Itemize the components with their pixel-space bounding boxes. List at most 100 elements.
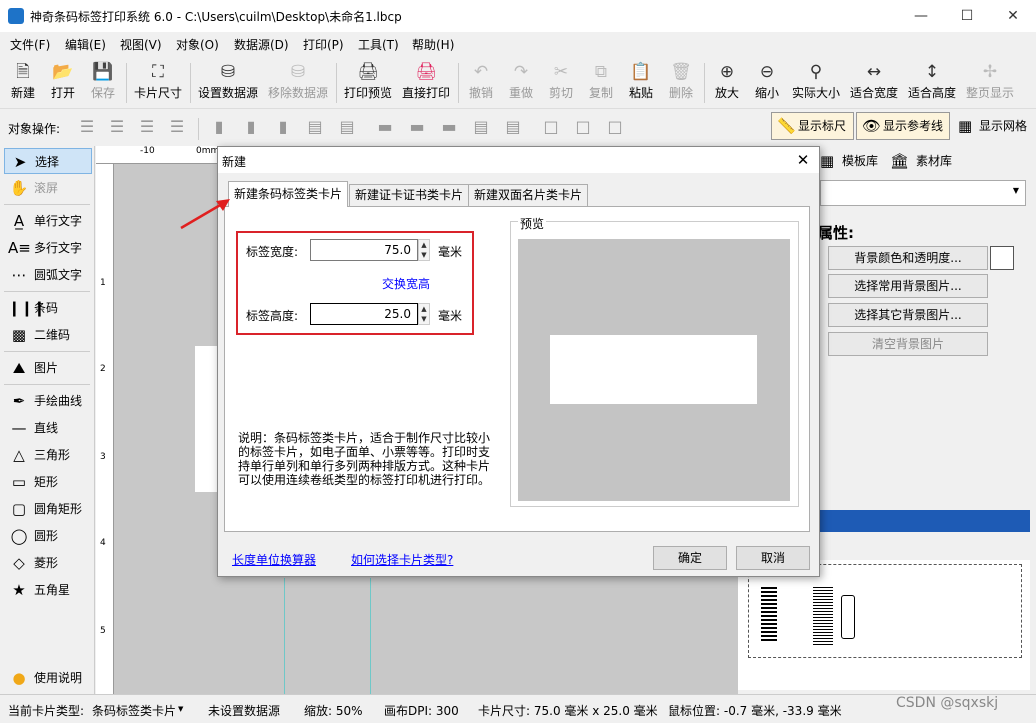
- minimize-button[interactable]: —: [898, 0, 944, 32]
- maximize-button[interactable]: ☐: [944, 0, 990, 32]
- align-right-icon[interactable]: ▮: [272, 117, 294, 137]
- layer-up-icon[interactable]: ☰: [76, 117, 98, 137]
- menu-edit[interactable]: 编辑(E): [65, 36, 106, 53]
- redo-button[interactable]: ↷ 重做: [504, 59, 538, 107]
- tool-multi-text[interactable]: A≡ 多行文字: [4, 235, 92, 261]
- menu-file[interactable]: 文件(F): [10, 36, 50, 53]
- text-icon: A̲: [13, 212, 25, 230]
- show-grid-toggle[interactable]: ▦ 显示网格: [952, 112, 1034, 140]
- tool-triangle[interactable]: △ 三角形: [4, 442, 92, 468]
- actual-size-button[interactable]: ⚲ 实际大小: [790, 59, 842, 107]
- width-stepper[interactable]: ▲ ▼: [418, 239, 430, 261]
- space-h-icon[interactable]: ▤: [336, 117, 358, 137]
- direct-print-button[interactable]: 🖨 直接打印: [400, 59, 452, 107]
- send-back-icon[interactable]: ☰: [136, 117, 158, 137]
- template-preview-panel[interactable]: [738, 560, 1030, 690]
- help-button[interactable]: ● 使用说明: [4, 665, 92, 691]
- other-bg-button[interactable]: 选择其它背景图片...: [828, 303, 988, 327]
- database-icon: ⛁: [220, 62, 236, 82]
- how-to-choose-link[interactable]: 如何选择卡片类型?: [351, 551, 453, 568]
- full-page-button[interactable]: ✢ 整页显示: [964, 59, 1016, 107]
- template-thumbnail[interactable]: [748, 564, 1022, 658]
- swap-width-height-link[interactable]: 交换宽高: [382, 275, 430, 292]
- datasource-status: 未设置数据源: [208, 704, 281, 718]
- align-bottom-icon[interactable]: ▬: [438, 117, 460, 137]
- tool-circle[interactable]: ◯ 圆形: [4, 523, 92, 549]
- cut-button[interactable]: ✂ 剪切: [544, 59, 578, 107]
- tool-round-rect[interactable]: ▢ 圆角矩形: [4, 496, 92, 522]
- align-left-icon[interactable]: ▮: [208, 117, 230, 137]
- dialog-close-icon[interactable]: ✕: [792, 149, 814, 171]
- menu-help[interactable]: 帮助(H): [412, 36, 454, 53]
- card-type-dropdown[interactable]: 条码标签类卡片: [92, 702, 176, 719]
- tab-assets[interactable]: 🏛 素材库: [890, 150, 952, 172]
- tab-business-card[interactable]: 新建双面名片类卡片: [468, 184, 589, 206]
- distribute-v-icon[interactable]: ▤: [470, 117, 492, 137]
- tool-diamond[interactable]: ◇ 菱形: [4, 550, 92, 576]
- fit-height-button[interactable]: ↕ 适合高度: [906, 59, 958, 107]
- fit-width-button[interactable]: ↔ 适合宽度: [848, 59, 900, 107]
- menu-print[interactable]: 打印(P): [303, 36, 344, 53]
- distribute-h-icon[interactable]: ▤: [304, 117, 326, 137]
- paste-button[interactable]: 📋 粘贴: [624, 59, 658, 107]
- object-ops-label: 对象操作:: [8, 122, 61, 136]
- height-input[interactable]: 25.0: [310, 303, 418, 325]
- set-datasource-button[interactable]: ⛁ 设置数据源: [196, 59, 260, 107]
- unit-converter-link[interactable]: 长度单位换算器: [232, 551, 316, 568]
- tool-arc-text[interactable]: ⋯ 圆弧文字: [4, 262, 92, 288]
- copy-button[interactable]: ⧉ 复制: [584, 59, 618, 107]
- tool-select[interactable]: ➤ 选择: [4, 148, 92, 174]
- menu-object[interactable]: 对象(O): [176, 36, 219, 53]
- remove-datasource-button[interactable]: ⛁ 移除数据源: [266, 59, 330, 107]
- save-button[interactable]: 💾 保存: [86, 59, 120, 107]
- tool-freehand[interactable]: ✒ 手绘曲线: [4, 388, 92, 414]
- menu-view[interactable]: 视图(V): [120, 36, 162, 53]
- tool-qrcode[interactable]: ▩ 二维码: [4, 322, 92, 348]
- tab-certificate-card[interactable]: 新建证卡证书类卡片: [349, 184, 470, 206]
- ungroup-icon[interactable]: □: [572, 117, 594, 137]
- menu-tools[interactable]: 工具(T): [358, 36, 399, 53]
- print-preview-button[interactable]: 🖨 打印预览: [342, 59, 394, 107]
- align-top-icon[interactable]: ▬: [374, 117, 396, 137]
- menu-datasource[interactable]: 数据源(D): [234, 36, 289, 53]
- lock-icon[interactable]: □: [604, 117, 626, 137]
- tool-line[interactable]: — 直线: [4, 415, 92, 441]
- ok-button[interactable]: 确定: [653, 546, 727, 570]
- height-stepper[interactable]: ▲ ▼: [418, 303, 430, 325]
- object-select[interactable]: ▼: [820, 180, 1026, 206]
- new-button[interactable]: 🗎 新建: [6, 59, 40, 107]
- common-bg-button[interactable]: 选择常用背景图片...: [828, 274, 988, 298]
- align-center-icon[interactable]: ▮: [240, 117, 262, 137]
- tool-star[interactable]: ★ 五角星: [4, 577, 92, 603]
- tool-single-text[interactable]: A̲ 单行文字: [4, 208, 92, 234]
- zoom-out-button[interactable]: ⊖ 缩小: [750, 59, 784, 107]
- card-size-button[interactable]: ⛶ 卡片尺寸: [132, 59, 184, 107]
- qrcode-icon: ▩: [11, 326, 27, 344]
- undo-button[interactable]: ↶ 撤销: [464, 59, 498, 107]
- main-toolbar: 🗎 新建 📂 打开 💾 保存 ⛶ 卡片尺寸 ⛁ 设置数据源 ⛁ 移除数据源 🖨 打印预览 🖨 直…: [0, 57, 1036, 109]
- layer-down-icon[interactable]: ☰: [166, 117, 188, 137]
- close-window-button[interactable]: ✕: [990, 0, 1036, 32]
- bring-front-icon[interactable]: ☰: [106, 117, 128, 137]
- tool-image[interactable]: ⛰ 图片: [4, 355, 92, 381]
- show-ruler-toggle[interactable]: 📏 显示标尺: [771, 112, 854, 140]
- tool-barcode[interactable]: ❙❙❙ 条码: [4, 295, 92, 321]
- space-v-icon[interactable]: ▤: [502, 117, 524, 137]
- zoom-in-button[interactable]: ⊕ 放大: [710, 59, 744, 107]
- tab-templates[interactable]: ▦ 模板库: [820, 150, 878, 172]
- undo-icon: ↶: [473, 62, 489, 82]
- group-icon[interactable]: □: [540, 117, 562, 137]
- open-button[interactable]: 📂 打开: [46, 59, 80, 107]
- bg-color-button[interactable]: 背景颜色和透明度...: [828, 246, 988, 270]
- tab-barcode-label-card[interactable]: 新建条码标签类卡片: [228, 181, 349, 207]
- align-middle-icon[interactable]: ▬: [406, 117, 428, 137]
- tool-rectangle[interactable]: ▭ 矩形: [4, 469, 92, 495]
- cancel-button[interactable]: 取消: [736, 546, 810, 570]
- width-input[interactable]: 75.0: [310, 239, 418, 261]
- annotation-arrow-icon: [180, 199, 230, 230]
- bg-color-swatch[interactable]: [990, 246, 1014, 270]
- show-guides-toggle[interactable]: 👁 显示参考线: [856, 112, 950, 140]
- tool-scroll[interactable]: ✋ 滚屏: [4, 175, 92, 201]
- clear-bg-button[interactable]: 清空背景图片: [828, 332, 988, 356]
- delete-button[interactable]: 🗑 删除: [664, 59, 698, 107]
